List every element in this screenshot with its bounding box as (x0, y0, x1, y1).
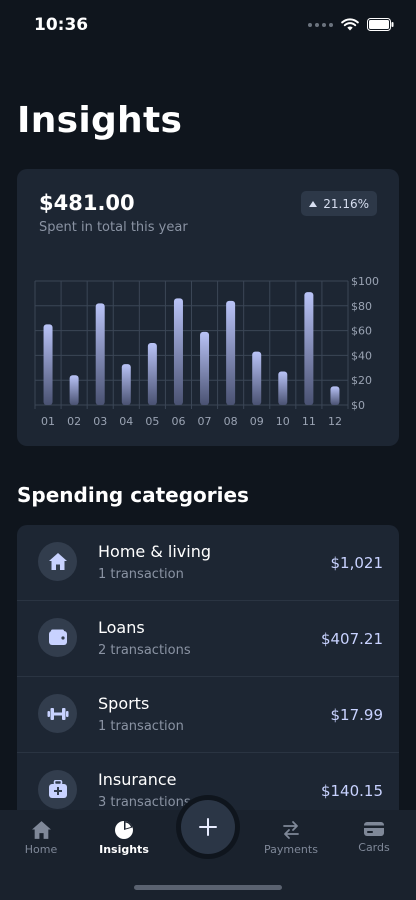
monthly-spending-chart: 01 02 03 04 05 06 07 08 09 10 11 12 $0 $20 $40 $60 $80 $… (34, 275, 379, 428)
category-amount: $407.21 (320, 630, 383, 648)
chart-x-tick-label: 05 (145, 415, 159, 428)
home-indicator (134, 885, 282, 890)
chart-x-tick-label: 12 (328, 415, 342, 428)
spending-summary-card: $481.00 Spent in total this year 21.16% … (17, 169, 399, 446)
chart-bar (226, 300, 236, 405)
category-row-sports[interactable]: Sports 1 transaction $17.99 (17, 677, 399, 753)
chart-x-tick-label: 09 (250, 415, 264, 428)
category-name: Sports (98, 694, 150, 713)
chart-bar (173, 298, 183, 405)
category-row-home-living[interactable]: Home & living 1 transaction $1,021 (17, 525, 399, 601)
add-button[interactable] (181, 800, 235, 854)
category-transaction-count: 3 transactions (98, 795, 191, 810)
card-icon (364, 822, 384, 836)
home-icon (38, 542, 77, 581)
chart-bar (43, 324, 53, 405)
status-time: 10:36 (34, 15, 89, 35)
chart-x-tick-label: 04 (119, 415, 133, 428)
page-title: Insights (17, 100, 183, 141)
category-name: Loans (98, 618, 145, 637)
status-bar: 10:36 (0, 0, 416, 52)
chart-y-tick-label: $60 (351, 325, 372, 338)
chart-y-tick-label: $40 (351, 349, 372, 362)
home-icon (31, 821, 51, 839)
chart-y-tick-label: $0 (351, 399, 365, 412)
tab-payments[interactable]: Payments (251, 820, 331, 856)
chart-bar (147, 343, 157, 405)
chart-bar (304, 292, 314, 405)
category-transaction-count: 2 transactions (98, 643, 191, 658)
chart-x-tick-label: 01 (41, 415, 55, 428)
chart-x-tick-label: 02 (67, 415, 81, 428)
chart-bar (69, 375, 79, 405)
chart-bar (252, 351, 262, 405)
category-amount: $140.15 (320, 782, 383, 800)
chart-x-tick-label: 10 (276, 415, 290, 428)
chart-bar (200, 331, 210, 405)
tab-label: Insights (99, 843, 149, 856)
chart-bar (95, 303, 105, 405)
tab-cards[interactable]: Cards (334, 820, 414, 854)
chart-x-tick-label: 06 (171, 415, 185, 428)
chart-bar (278, 371, 288, 405)
chart-bar (121, 364, 131, 405)
wallet-icon (38, 618, 77, 657)
chart-x-tick-label: 11 (302, 415, 316, 428)
battery-icon (367, 18, 394, 31)
category-row-loans[interactable]: Loans 2 transactions $407.21 (17, 601, 399, 677)
category-amount: $1,021 (330, 554, 384, 572)
spending-category-list: Home & living 1 transaction $1,021 Loans… (17, 525, 399, 810)
tab-insights[interactable]: Insights (84, 820, 164, 856)
dumbbell-icon (38, 694, 77, 733)
tab-label: Cards (358, 841, 390, 854)
chart-y-tick-label: $20 (351, 374, 372, 387)
status-icons (308, 18, 394, 31)
chart-x-tick-label: 08 (224, 415, 238, 428)
chart-y-tick-label: $100 (351, 275, 379, 288)
wifi-icon (341, 18, 359, 31)
pie-chart-icon (115, 821, 133, 839)
chart-x-tick-label: 03 (93, 415, 107, 428)
tab-home[interactable]: Home (1, 820, 81, 856)
medical-kit-icon (38, 770, 77, 809)
category-amount: $17.99 (330, 706, 384, 724)
tab-label: Home (24, 843, 58, 856)
chart-y-tick-label: $80 (351, 300, 372, 313)
category-transaction-count: 1 transaction (98, 567, 184, 582)
spending-categories-title: Spending categories (17, 483, 249, 507)
category-transaction-count: 1 transaction (98, 719, 184, 734)
signal-icon (308, 22, 333, 27)
chart-bar (330, 386, 340, 405)
tab-label: Payments (264, 843, 318, 856)
transfer-icon (283, 821, 299, 839)
chart-x-tick-label: 07 (198, 415, 212, 428)
category-name: Insurance (98, 770, 177, 789)
plus-icon (199, 818, 217, 836)
category-name: Home & living (98, 542, 211, 561)
